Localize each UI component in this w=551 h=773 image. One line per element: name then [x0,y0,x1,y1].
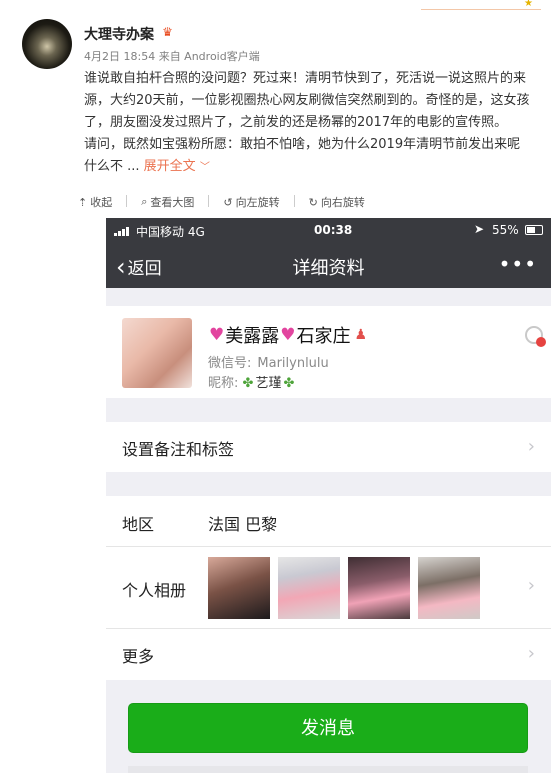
rotate-right-label: 向右旋转 [320,196,365,209]
vip-crown-icon: ♛ [162,25,173,39]
wechat-id-label: 微信号: [208,356,252,371]
more-row[interactable]: 更多 › [106,628,551,680]
album-thumbnail[interactable] [208,557,270,619]
remark-tags-row[interactable]: 设置备注和标签 › [106,422,551,472]
weibo-post: ★ 大理寺办案 ♛ 4月2日 18:54 来自 Android客户端 谁说敢自拍… [0,0,551,218]
post-text: 谁说敢自拍杆合照的没问题？死过来！清明节快到了，死活说一说这照片的来 源，大约2… [84,68,551,179]
wechat-screenshot: 中国移动 4G 00:38 ➤ 55% ‹ 返回 详细资料 ••• ♥ 美露露 ♥… [106,218,551,773]
divider [293,195,295,207]
alias: 昵称: ✤ 艺瑾 ✤ [208,372,294,391]
profile-card: ♥ 美露露 ♥ 石家庄 ♟ 微信号: Marilynlulu 昵称: ✤ 艺瑾 ✤ [106,306,551,398]
battery-icon [525,225,543,235]
rotate-right-icon: ↻ [308,195,318,209]
carrier-label: 中国移动 4G [136,225,205,239]
collapse-icon: ⇡ [78,195,88,209]
album-label: 个人相册 [122,581,187,600]
chevron-right-icon: › [527,436,535,457]
region-value: 法国 巴黎 [208,515,278,534]
divider [208,195,210,207]
more-options-icon[interactable]: ••• [499,252,537,276]
region-row: 地区 法国 巴黎 [106,496,551,546]
divider [126,195,128,207]
rotate-left-button[interactable]: ↺ 向左旋转 [223,194,279,210]
post-meta: 4月2日 18:54 来自 Android客户端 [84,50,260,63]
more-label: 更多 [122,647,155,666]
album-row[interactable]: 个人相册 › [106,546,551,628]
album-thumbnail[interactable] [418,557,480,619]
status-bar: 中国移动 4G 00:38 ➤ 55% [106,218,551,244]
rotate-left-label: 向左旋转 [235,196,280,209]
profile-name-row: ♥ 美露露 ♥ 石家庄 ♟ [208,322,367,348]
heart-icon: ♥ [280,325,296,345]
post-text-line-last: 什么不 ... 展开全文 ﹀ [84,156,551,179]
collapse-label: 收起 [90,196,113,209]
wechat-id: 微信号: Marilynlulu [208,352,329,371]
username[interactable]: 大理寺办案 [84,24,154,44]
clover-icon: ✤ [242,376,254,391]
page-title: 详细资料 [292,258,365,279]
corner-decoration: ★ [421,0,541,10]
rotate-right-button[interactable]: ↻ 向右旋转 [309,194,365,210]
post-text-prefix: 什么不 ... [84,159,144,174]
album-thumbnail[interactable] [278,557,340,619]
remark-tags-label: 设置备注和标签 [122,440,235,459]
post-text-line: 源，大约20天前，一位影视圈热心网友刷微信突然刷到的。奇怪的是，这女孩 [84,93,530,108]
album-thumbnails [208,557,488,619]
location-arrow-icon: ➤ [474,222,485,236]
status-time: 00:38 [314,223,353,237]
send-message-button[interactable]: 发消息 [128,703,528,753]
post-text-line: 谁说敢自拍杆合照的没问题？死过来！清明节快到了，死活说一说这照片的来 [84,71,527,86]
chevron-right-icon: › [527,575,535,596]
clover-icon: ✤ [283,376,295,391]
view-large-label: 查看大图 [150,196,195,209]
magnifier-icon: ⌕ [141,195,148,208]
avatar[interactable] [22,19,72,69]
region-label: 地区 [122,515,155,534]
profile-location-tag: 石家庄 [296,326,351,347]
chevron-down-icon[interactable]: ﹀ [200,162,210,173]
collapse-button[interactable]: ⇡ 收起 [78,194,112,210]
post-text-line: 请问，既然如宝强粉所愿：敢拍不怕啥，她为什么2019年清明节前发出来呢 [84,137,521,152]
profile-photo[interactable] [122,318,192,388]
expand-full-text-link[interactable]: 展开全文 [144,159,196,174]
call-icon[interactable] [525,326,546,347]
alias-value: 艺瑾 [255,376,282,391]
gender-icon: ♟ [354,327,368,343]
image-toolbar: ⇡ 收起 ⌕ 查看大图 ↺ 向左旋转 ↻ 向右旋转 [78,194,379,210]
nav-bar: ‹ 返回 详细资料 ••• [106,244,551,288]
rotate-left-icon: ↺ [223,195,233,209]
heart-icon: ♥ [209,325,225,345]
chevron-right-icon: › [527,643,535,664]
post-text-line: 了，朋友圈没发过照片了，之前发的还是杨幂的2017年的电影的宣传照。 [84,115,508,130]
wechat-id-value: Marilynlulu [257,356,329,371]
view-large-button[interactable]: ⌕ 查看大图 [141,194,194,210]
signal-icon [114,226,132,236]
battery-percent: 55% [492,223,519,237]
star-icon: ★ [524,0,533,9]
album-thumbnail[interactable] [348,557,410,619]
bottom-divider [128,766,528,773]
alias-label: 昵称: [208,376,239,391]
profile-name: 美露露 [225,326,280,347]
